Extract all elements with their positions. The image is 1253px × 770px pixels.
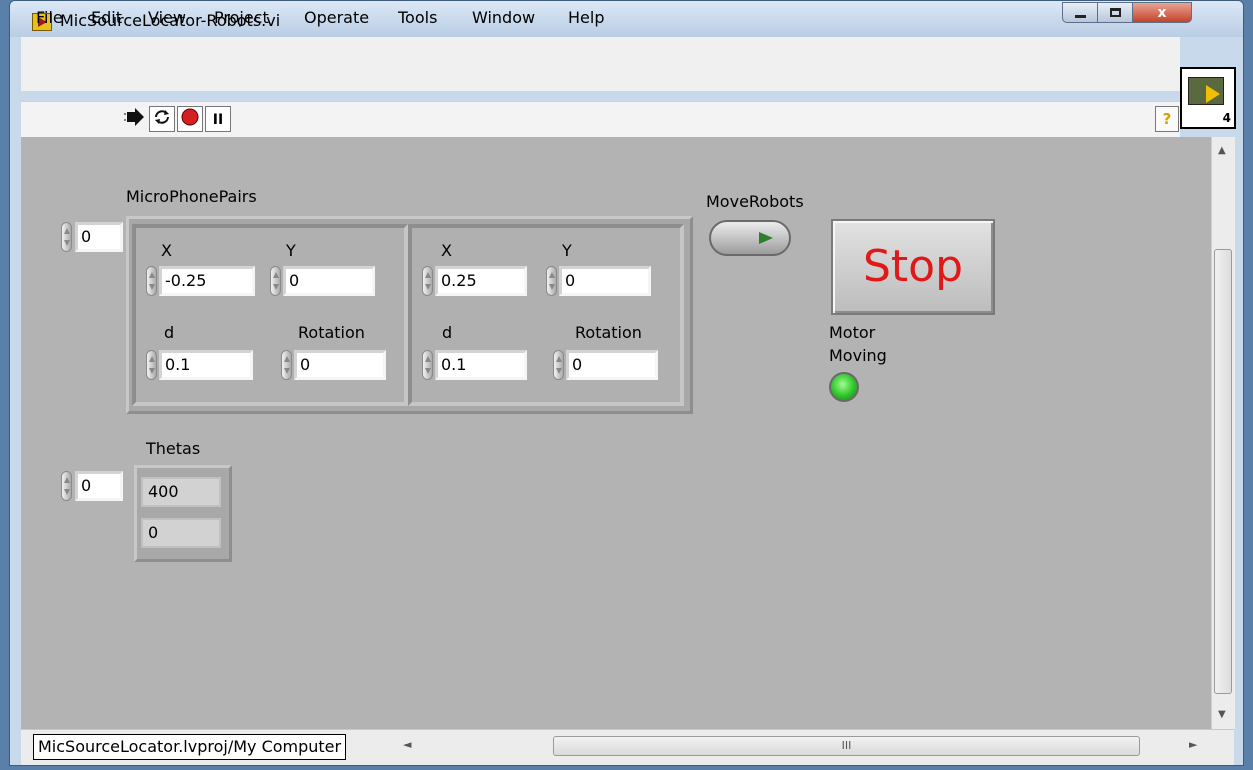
menu-file[interactable]: File [36, 8, 63, 27]
title-bar[interactable]: MicSourceLocator-Robots.vi x [10, 1, 1243, 37]
motor-moving-label-line2: Moving [829, 346, 887, 365]
scroll-left-arrow-icon[interactable]: ◄ [403, 738, 411, 751]
labview-window: MicSourceLocator-Robots.vi x File Edit V… [9, 0, 1244, 766]
project-path[interactable]: MicSourceLocator.lvproj/My Computer [33, 734, 347, 760]
mic-pairs-index-spinner[interactable] [61, 222, 72, 252]
d-spinner[interactable] [146, 350, 157, 380]
vertical-scroll-thumb[interactable] [1214, 249, 1232, 694]
move-robots-button[interactable] [709, 220, 791, 256]
move-robots-label: MoveRobots [706, 192, 804, 211]
thetas-index-spinner[interactable] [61, 471, 72, 501]
y-label: Y [286, 241, 296, 260]
run-button[interactable] [121, 106, 147, 132]
toolbar: II ? [21, 101, 1180, 138]
rotation-input[interactable]: 0 [294, 350, 386, 380]
theta-value: 0 [141, 518, 221, 548]
theta-value: 400 [141, 477, 221, 507]
pause-button[interactable]: II [205, 106, 231, 132]
run-arrow-icon [124, 108, 144, 126]
stop-button[interactable]: Stop [831, 219, 995, 315]
vi-connector-pane[interactable]: 4 [1180, 67, 1236, 129]
run-continuously-button[interactable] [149, 106, 175, 132]
maximize-button[interactable] [1097, 2, 1133, 23]
motor-moving-led [829, 372, 859, 402]
d-input[interactable]: 0.1 [435, 350, 527, 380]
x-label: X [441, 241, 452, 260]
front-panel: MicroPhonePairs 0 X Y -0.25 0 d Rotation… [21, 137, 1211, 729]
context-help-button[interactable]: ? [1155, 106, 1179, 132]
motor-moving-label-line1: Motor [829, 323, 876, 342]
vi-icon-arrow [1206, 85, 1220, 103]
menu-view[interactable]: View [148, 8, 186, 27]
y-label: Y [562, 241, 572, 260]
close-button[interactable]: x [1132, 2, 1192, 23]
scroll-down-arrow-icon[interactable]: ▼ [1218, 709, 1226, 720]
horizontal-scroll-thumb[interactable]: III [553, 736, 1140, 756]
x-input[interactable]: -0.25 [159, 266, 255, 296]
d-label: d [442, 323, 453, 342]
abort-icon [181, 108, 199, 126]
rotation-spinner[interactable] [281, 350, 292, 380]
d-spinner[interactable] [422, 350, 433, 380]
x-spinner[interactable] [422, 266, 433, 296]
x-input[interactable]: 0.25 [435, 266, 527, 296]
y-input[interactable]: 0 [283, 266, 375, 296]
menu-bar: File Edit View Project Operate Tools Win… [21, 8, 1180, 91]
status-bar: MicSourceLocator.lvproj/My Computer ◄ II… [21, 729, 1234, 765]
vertical-scrollbar[interactable]: ▲ ▼ [1211, 137, 1235, 729]
x-spinner[interactable] [146, 266, 157, 296]
connector-number: 4 [1222, 111, 1231, 125]
menu-tools[interactable]: Tools [398, 8, 437, 27]
menu-edit[interactable]: Edit [91, 8, 122, 27]
x-label: X [161, 241, 172, 260]
rotation-input[interactable]: 0 [566, 350, 658, 380]
pause-icon: II [212, 112, 224, 128]
y-spinner[interactable] [546, 266, 557, 296]
menu-window[interactable]: Window [472, 8, 535, 27]
menu-help[interactable]: Help [568, 8, 604, 27]
mic-pairs-index-input[interactable]: 0 [75, 222, 123, 252]
menu-operate[interactable]: Operate [304, 8, 369, 27]
help-icon: ? [1162, 110, 1172, 128]
minimize-button[interactable] [1062, 2, 1098, 23]
thetas-label: Thetas [146, 439, 201, 458]
y-input[interactable]: 0 [559, 266, 651, 296]
y-spinner[interactable] [270, 266, 281, 296]
menu-project[interactable]: Project [214, 8, 269, 27]
abort-button[interactable] [177, 106, 203, 132]
close-icon: x [1157, 5, 1167, 21]
rotation-label: Rotation [575, 323, 642, 342]
d-input[interactable]: 0.1 [159, 350, 253, 380]
run-continuously-icon [155, 110, 169, 124]
rotation-label: Rotation [298, 323, 365, 342]
d-label: d [164, 323, 175, 342]
scroll-up-arrow-icon[interactable]: ▲ [1218, 145, 1226, 156]
scroll-right-arrow-icon[interactable]: ► [1189, 738, 1197, 751]
rotation-spinner[interactable] [553, 350, 564, 380]
thetas-index-input[interactable]: 0 [75, 471, 123, 501]
mic-pairs-label: MicroPhonePairs [126, 187, 257, 206]
